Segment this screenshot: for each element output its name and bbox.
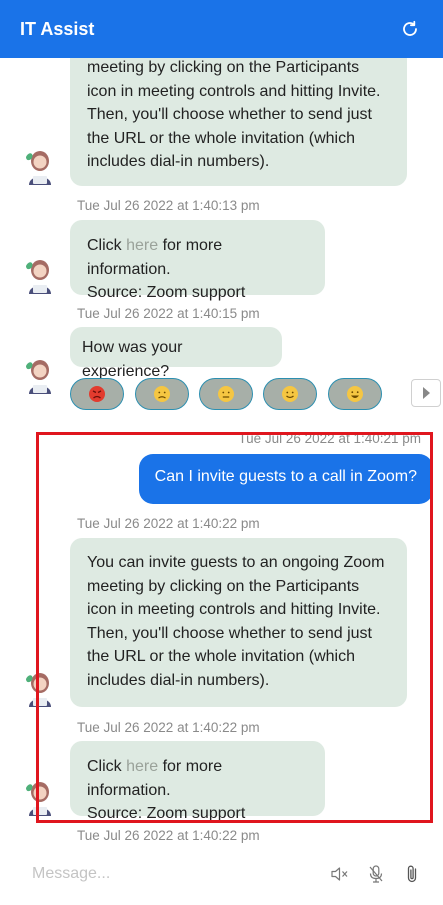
message-text-prefix: Click <box>87 237 127 254</box>
good-emoji[interactable] <box>263 378 317 410</box>
very-bad-emoji[interactable] <box>70 378 124 410</box>
source-text: Source: Zoom support <box>87 805 246 822</box>
speaker-mute-icon[interactable] <box>329 863 351 885</box>
bot-avatar <box>26 360 51 394</box>
user-message: Can I invite guests to a call in Zoom? <box>138 454 433 504</box>
mic-off-icon[interactable] <box>365 863 387 885</box>
message-composer <box>0 843 443 905</box>
source-text: Source: Zoom support <box>87 284 246 301</box>
very-good-emoji[interactable] <box>328 378 382 410</box>
message-timestamp: Tue Jul 26 2022 at 1:40:13 pm <box>77 198 260 213</box>
message-timestamp: Tue Jul 26 2022 at 1:40:21 pm <box>238 431 421 446</box>
message-timestamp: Tue Jul 26 2022 at 1:40:22 pm <box>77 720 260 735</box>
bot-message: Click here for more information. Source:… <box>70 741 325 822</box>
message-input[interactable] <box>32 865 315 883</box>
app-title: IT Assist <box>20 18 95 39</box>
bot-message-text: You can invite guests to an ongoing Zoom… <box>87 554 385 689</box>
paperclip-icon[interactable] <box>401 863 423 885</box>
chat-transcript[interactable]: meeting by clicking on the Participants … <box>0 58 443 843</box>
bad-emoji[interactable] <box>135 378 189 410</box>
bot-avatar <box>26 151 51 185</box>
message-timestamp: Tue Jul 26 2022 at 1:40:22 pm <box>77 516 260 531</box>
bot-message-text: How was your experience? <box>82 339 183 380</box>
bot-avatar <box>26 260 51 294</box>
bot-message: meeting by clicking on the Participants … <box>70 58 407 186</box>
chevron-right-icon <box>423 387 430 399</box>
scroll-right-button[interactable] <box>411 379 441 407</box>
bot-message: How was your experience? <box>70 327 282 380</box>
user-message-text: Can I invite guests to a call in Zoom? <box>154 468 417 485</box>
bot-avatar <box>26 673 51 707</box>
bot-message: You can invite guests to an ongoing Zoom… <box>70 538 407 707</box>
message-timestamp: Tue Jul 26 2022 at 1:40:22 pm <box>77 828 260 843</box>
message-timestamp: Tue Jul 26 2022 at 1:40:15 pm <box>77 306 260 321</box>
neutral-emoji[interactable] <box>199 378 253 410</box>
app-header: IT Assist <box>0 0 443 58</box>
bot-avatar <box>26 782 51 816</box>
more-info-link[interactable]: here <box>126 758 158 775</box>
bot-message-text: meeting by clicking on the Participants … <box>87 59 381 170</box>
more-info-link[interactable]: here <box>126 237 158 254</box>
message-text-prefix: Click <box>87 758 127 775</box>
bot-message: Click here for more information. Source:… <box>70 220 325 301</box>
refresh-icon[interactable] <box>397 16 423 42</box>
